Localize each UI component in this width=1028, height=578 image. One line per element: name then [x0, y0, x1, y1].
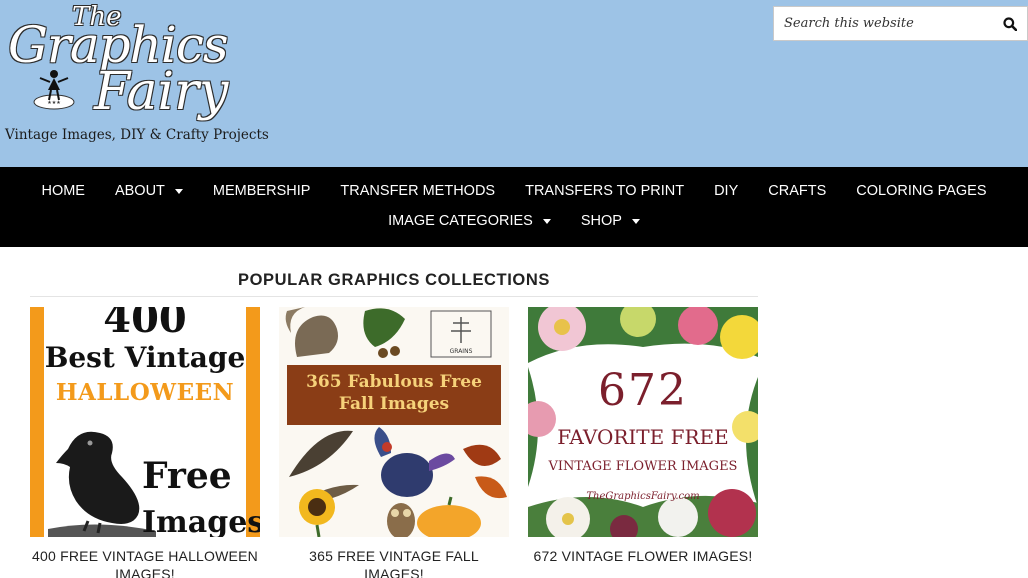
nav-item-label: ABOUT [114, 183, 165, 199]
image-text: VINTAGE FLOWER IMAGES [548, 459, 738, 474]
site-header: The Graphics ★★★ Fairy Vintage Images, D… [0, 0, 1028, 167]
collection-card-halloween[interactable]: 400 Best Vintage HALLOWEEN Free Images 4… [30, 307, 260, 578]
search-icon [1003, 16, 1017, 31]
caret-down-icon [631, 218, 640, 224]
grains-label: GRAINS [450, 348, 473, 355]
nav-item-label: DIY [714, 183, 739, 199]
card-caption[interactable]: 400 FREE VINTAGE HALLOWEEN IMAGES! [30, 547, 260, 578]
nav-item-membership[interactable]: MEMBERSHIP [198, 181, 326, 201]
search-box [773, 6, 1028, 41]
nav-item-label: IMAGE CATEGORIES [388, 213, 533, 229]
nav-item-label: TRANSFER METHODS [340, 183, 496, 199]
image-text: Fall Images [338, 394, 450, 414]
section-title: POPULAR GRAPHICS COLLECTIONS [238, 271, 550, 289]
collection-card-flowers[interactable]: 672 FAVORITE FREE VINTAGE FLOWER IMAGES … [528, 307, 758, 565]
nav-row-primary: HOME ABOUT MEMBERSHIP TRANSFER METHODS T… [0, 181, 1028, 201]
fairy-silhouette-icon: ★★★ [33, 70, 75, 110]
fall-banner-text: 365 Fabulous Free Fall Images [287, 371, 501, 415]
main-nav: HOME ABOUT MEMBERSHIP TRANSFER METHODS T… [0, 167, 1028, 247]
nav-item-label: MEMBERSHIP [212, 183, 311, 199]
image-text: 672 [598, 365, 688, 416]
image-text: 400 [103, 307, 187, 342]
site-logo[interactable]: The Graphics ★★★ Fairy Vintage Images, D… [4, 2, 269, 152]
nav-item-label: SHOP [580, 213, 622, 229]
nav-item-about[interactable]: ABOUT [100, 181, 198, 201]
nav-item-coloring-pages[interactable]: COLORING PAGES [841, 181, 1001, 201]
crow-illustration [48, 431, 156, 537]
nav-item-transfer-methods[interactable]: TRANSFER METHODS [325, 181, 510, 201]
image-text: Free [142, 455, 232, 497]
nav-item-crafts[interactable]: CRAFTS [753, 181, 841, 201]
nav-item-transfers-to-print[interactable]: TRANSFERS TO PRINT [510, 181, 699, 201]
logo-fairy: Fairy [94, 62, 229, 122]
flower-collection-image[interactable]: 672 FAVORITE FREE VINTAGE FLOWER IMAGES … [528, 307, 758, 537]
caret-down-icon [542, 218, 551, 224]
nav-item-shop[interactable]: SHOP [566, 211, 655, 231]
nav-item-label: CRAFTS [768, 183, 827, 199]
nav-item-label: TRANSFERS TO PRINT [525, 183, 685, 199]
fall-collection-image[interactable]: GRAINS 365 Fabulous Free Fall Images [279, 307, 509, 537]
nav-row-secondary: IMAGE CATEGORIES SHOP [0, 211, 1028, 231]
collection-card-fall[interactable]: GRAINS 365 Fabulous Free Fall Images 365… [279, 307, 509, 578]
card-caption[interactable]: 365 FREE VINTAGE FALL IMAGES! [279, 547, 509, 578]
svg-text:★★★: ★★★ [47, 100, 61, 106]
image-text: HALLOWEEN [55, 379, 235, 406]
nav-item-label: HOME [41, 183, 85, 199]
nav-item-image-categories[interactable]: IMAGE CATEGORIES [373, 211, 566, 231]
section-divider [30, 296, 758, 297]
search-input[interactable] [774, 7, 994, 40]
image-text: TheGraphicsFairy.com [586, 491, 700, 502]
caret-down-icon [174, 188, 183, 194]
logo-tagline: Vintage Images, DIY & Crafty Projects [5, 127, 269, 143]
card-caption[interactable]: 672 VINTAGE FLOWER IMAGES! [528, 547, 758, 565]
nav-item-home[interactable]: HOME [26, 181, 100, 201]
search-button[interactable] [993, 7, 1027, 40]
flower-wreath-illustration [528, 307, 758, 537]
image-text: FAVORITE FREE [557, 425, 729, 449]
image-text: 365 Fabulous Free [306, 372, 482, 392]
nav-item-label: COLORING PAGES [856, 183, 987, 199]
image-text: Images [142, 505, 260, 537]
image-text: Best Vintage [44, 341, 246, 374]
halloween-collection-image[interactable]: 400 Best Vintage HALLOWEEN Free Images [30, 307, 260, 537]
nav-item-diy[interactable]: DIY [699, 181, 753, 201]
